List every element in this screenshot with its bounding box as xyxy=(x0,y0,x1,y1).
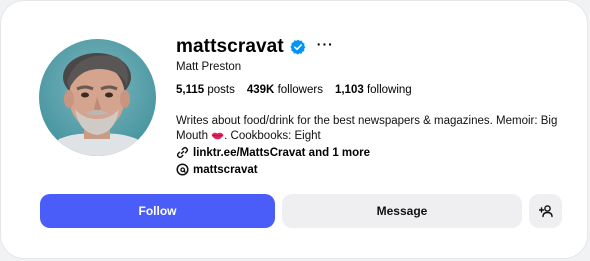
profile-stats: 5,115 posts 439K followers 1,103 followi… xyxy=(176,84,424,96)
follow-button[interactable]: Follow xyxy=(40,194,275,228)
profile-link[interactable]: linktr.ee/MattsCravat and 1 more xyxy=(176,146,370,159)
followers-label: followers xyxy=(277,84,323,96)
add-user-icon xyxy=(538,204,553,218)
threads-link[interactable]: mattscravat xyxy=(176,163,258,176)
profile-avatar[interactable] xyxy=(39,39,156,156)
profile-card: mattscravat ··· Matt Preston 5,115 posts… xyxy=(0,0,588,259)
following-label: following xyxy=(366,84,412,96)
threads-icon xyxy=(176,163,189,176)
profile-bio: Writes about food/drink for the best new… xyxy=(176,114,566,144)
add-user-button[interactable] xyxy=(529,194,562,228)
posts-count: 5,115 xyxy=(176,84,205,96)
verified-badge-icon xyxy=(290,39,306,55)
followers-count: 439K xyxy=(246,84,275,96)
posts-label: posts xyxy=(207,84,235,96)
profile-link-text: linktr.ee/MattsCravat and 1 more xyxy=(193,146,371,159)
link-icon xyxy=(176,146,189,159)
profile-full-name: Matt Preston xyxy=(176,61,242,73)
avatar-photo xyxy=(39,39,156,156)
lips-emoji-icon xyxy=(211,132,224,140)
username-row: mattscravat ··· xyxy=(176,35,334,59)
more-options-icon[interactable]: ··· xyxy=(317,37,334,51)
profile-username: mattscravat xyxy=(176,36,284,57)
bio-line-2-end: . Cookbooks: Eight xyxy=(224,130,321,142)
following-count: 1,103 xyxy=(334,84,364,96)
bio-line-1: Writes about food/drink for the best new… xyxy=(176,115,558,127)
bio-line-2: Mouth . Cookbooks: Eight xyxy=(176,129,566,144)
threads-handle: mattscravat xyxy=(193,163,258,176)
stat-followers[interactable]: 439K followers xyxy=(247,84,323,96)
stat-following[interactable]: 1,103 following xyxy=(335,84,412,96)
bio-line-2-start: Mouth xyxy=(176,130,208,142)
stat-posts[interactable]: 5,115 posts xyxy=(176,84,235,96)
message-button[interactable]: Message xyxy=(282,194,522,228)
